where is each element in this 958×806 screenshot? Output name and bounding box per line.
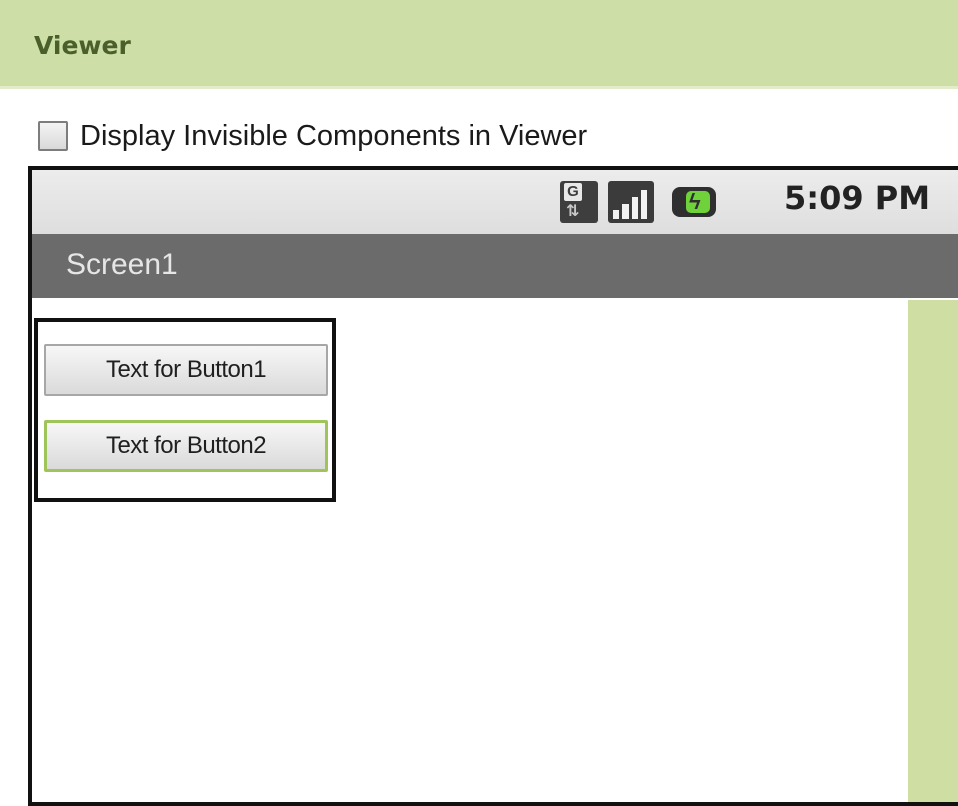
status-icons: G ⇅ ϟ [560,180,742,224]
screen-title-bar: Screen1 [32,234,958,298]
viewer-header: Viewer [0,0,958,89]
display-invisible-checkbox[interactable] [38,121,68,151]
status-bar: G ⇅ ϟ 5:09 PM [32,170,958,234]
display-invisible-toggle[interactable]: Display Invisible Components in Viewer [38,118,587,154]
network-letter: G [564,183,582,201]
network-g-icon: G ⇅ [560,181,598,223]
status-time: 5:09 PM [784,179,931,217]
display-invisible-label[interactable]: Display Invisible Components in Viewer [80,120,587,153]
vertical-arrangement[interactable]: Text for Button1 Text for Button2 [34,318,336,502]
battery-charging-icon: ϟ [672,187,716,217]
button1[interactable]: Text for Button1 [44,344,328,396]
button2[interactable]: Text for Button2 [44,420,328,472]
viewer-title: Viewer [34,31,131,60]
scrollbar-strip [908,300,958,802]
screen-title: Screen1 [66,248,178,281]
phone-preview: G ⇅ ϟ 5:09 PM Screen1 Text for Button1 T… [28,166,958,806]
signal-icon [608,181,654,223]
